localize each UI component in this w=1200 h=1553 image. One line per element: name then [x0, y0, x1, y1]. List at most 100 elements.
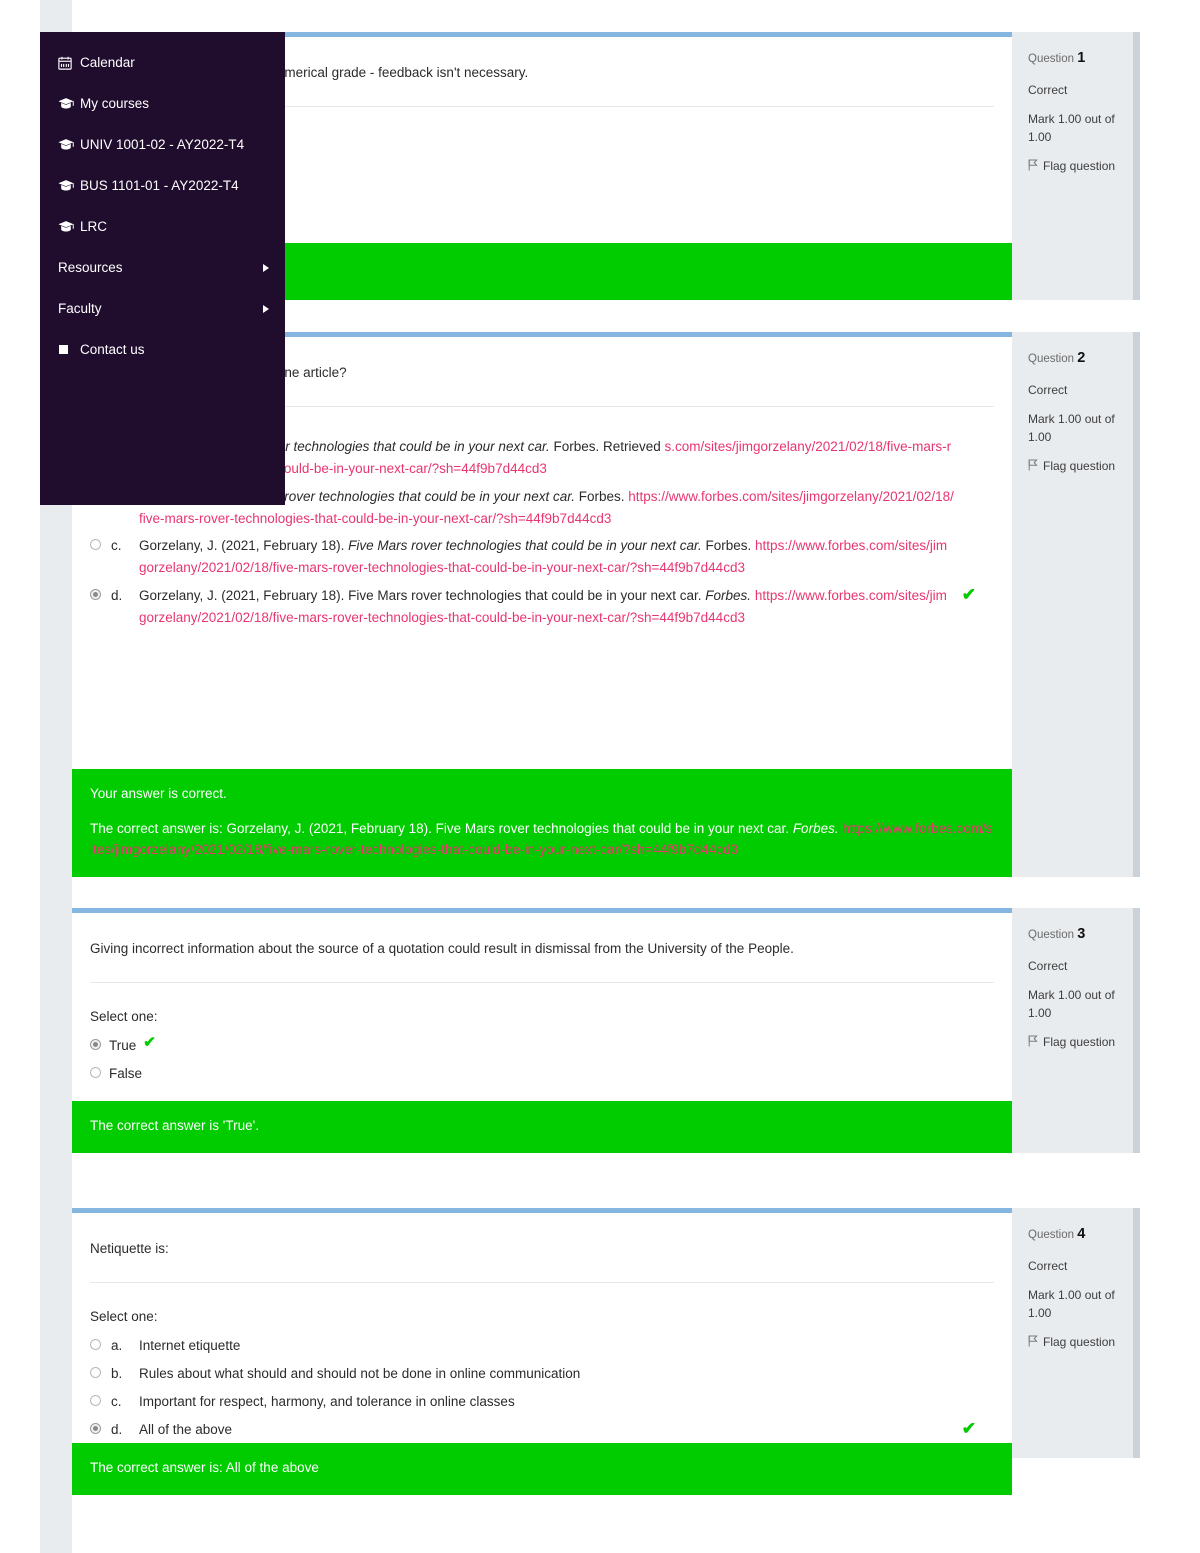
answer-text: Rules about what should and should not b…: [139, 1365, 581, 1381]
answer-letter: a.: [111, 1337, 123, 1353]
question-number-value: 1: [1077, 50, 1086, 66]
sidebar-item-univ-1001-02-ay2022-t4[interactable]: UNIV 1001-02 - AY2022-T4: [40, 124, 285, 165]
question-number-value: 4: [1077, 1226, 1086, 1242]
feedback-line: The correct answer is 'True'.: [90, 1118, 259, 1134]
answer-option[interactable]: a. Internet etiquette: [90, 1332, 994, 1360]
card-spacer: [72, 1087, 1012, 1101]
chevron-right-icon[interactable]: [263, 263, 269, 272]
sidebar-item-resources[interactable]: Resources: [40, 247, 285, 288]
radio-button[interactable]: [90, 1338, 101, 1350]
question-mark: Mark 1.00 out of 1.00: [1028, 411, 1115, 444]
question-mark: Mark 1.00 out of 1.00: [1028, 987, 1115, 1020]
question-block: Netiquette is: Select one: a. Internet etiq…: [72, 1208, 1140, 1495]
correct-check-icon: ✔: [961, 1418, 976, 1438]
answer-option[interactable]: c. Important for respect, harmony, and to…: [90, 1388, 994, 1416]
answer-option[interactable]: c. Gorzelany, J. (2021, February 18). Fiv…: [90, 532, 994, 582]
question-number: Question 2: [1028, 348, 1121, 370]
question-status: Correct: [1028, 382, 1068, 397]
flag-question-button[interactable]: Flag question: [1028, 157, 1121, 176]
question-number: Question 1: [1028, 48, 1121, 70]
chevron-right-icon[interactable]: [263, 304, 269, 313]
flag-icon: [1028, 458, 1038, 476]
graduation-cap-icon: [58, 138, 80, 151]
question-body: Giving incorrect information about the s…: [72, 913, 1012, 1087]
sidebar-item-label: UNIV 1001-02 - AY2022-T4: [80, 137, 245, 152]
question-number-value: 3: [1077, 926, 1086, 942]
feedback-box: Your answer is correct. The correct answe…: [72, 769, 1012, 877]
feedback-line: The correct answer is: All of the above: [90, 1460, 319, 1476]
sidebar-item-label: My courses: [80, 96, 150, 111]
radio-button[interactable]: [90, 1038, 101, 1050]
correct-check-icon: ✔: [143, 1033, 156, 1051]
flag-question-button[interactable]: Flag question: [1028, 457, 1121, 476]
flag-question-label: Flag question: [1043, 458, 1116, 473]
correct-check-icon: ✔: [961, 585, 976, 605]
answer-option[interactable]: b. Rules about what should and should not…: [90, 1360, 994, 1388]
sidebar-item-bus-1101-01-ay2022-t4[interactable]: BUS 1101-01 - AY2022-T4: [40, 165, 285, 206]
question-info-panel: Question 3 Correct Mark 1.00 out of 1.00 Fl…: [1012, 908, 1140, 1153]
calendar-icon: [58, 56, 80, 70]
question-number-value: 2: [1077, 350, 1086, 366]
answer-letter: c.: [111, 538, 122, 554]
radio-button[interactable]: [90, 1394, 101, 1406]
radio-button[interactable]: [90, 1366, 101, 1378]
answer-letter: d.: [111, 1421, 123, 1437]
question-word: Question: [1028, 353, 1075, 365]
answer-option[interactable]: False: [90, 1060, 994, 1088]
answer-text: Gorzelany, J. (2021, February 18). Five …: [139, 538, 948, 576]
card-spacer: [72, 632, 1012, 769]
feedback-line: The correct answer is: Gorzelany, J. (20…: [90, 820, 993, 858]
answer-option[interactable]: d. Gorzelany, J. (2021, February 18). Fiv…: [90, 582, 994, 632]
sidebar-item-lrc[interactable]: LRC: [40, 206, 285, 247]
question-card: Netiquette is: Select one: a. Internet etiq…: [72, 1208, 1012, 1495]
select-one-label: Select one:: [90, 1308, 158, 1324]
sidebar-item-label: Faculty: [58, 301, 102, 316]
answer-option[interactable]: d. All of the above ✔: [90, 1416, 994, 1444]
question-text: Netiquette is:: [90, 1239, 994, 1283]
sidebar-item-label: Calendar: [80, 55, 135, 70]
question-word: Question: [1028, 53, 1075, 65]
radio-button[interactable]: [90, 589, 101, 601]
question-word: Question: [1028, 929, 1075, 941]
navigation-sidebar[interactable]: Calendar My courses UNIV 1001-02 - AY2022-…: [40, 32, 285, 505]
answer-text: Important for respect, harmony, and tole…: [139, 1393, 515, 1409]
sidebar-item-contact-us[interactable]: Contact us: [40, 329, 285, 370]
sidebar-item-label: Resources: [58, 260, 123, 275]
answer-text: Internet etiquette: [139, 1337, 241, 1353]
answer-letter: c.: [111, 1393, 122, 1409]
sidebar-item-label: Contact us: [80, 342, 145, 357]
feedback-box: The correct answer is 'True'.: [72, 1101, 1012, 1153]
square-icon: [58, 345, 80, 354]
sidebar-item-label: BUS 1101-01 - AY2022-T4: [80, 178, 239, 193]
graduation-cap-icon: [58, 220, 80, 233]
answer-text: False: [109, 1065, 143, 1081]
radio-button[interactable]: [90, 1066, 101, 1078]
radio-button[interactable]: [90, 539, 101, 551]
answer-option[interactable]: True ✔: [90, 1032, 994, 1060]
feedback-box: The correct answer is: All of the above: [72, 1443, 1012, 1495]
flag-question-button[interactable]: Flag question: [1028, 1333, 1121, 1352]
feedback-line: Your answer is correct.: [90, 786, 227, 802]
question-info-panel: Question 2 Correct Mark 1.00 out of 1.00 Fl…: [1012, 332, 1140, 877]
answer-letter: b.: [111, 1365, 123, 1381]
graduation-cap-icon: [58, 97, 80, 110]
question-info-panel: Question 1 Correct Mark 1.00 out of 1.00 Fl…: [1012, 32, 1140, 300]
answer-text: True: [109, 1037, 137, 1053]
question-word: Question: [1028, 1229, 1075, 1241]
sidebar-item-calendar[interactable]: Calendar: [40, 42, 285, 83]
question-info-panel: Question 4 Correct Mark 1.00 out of 1.00 Fl…: [1012, 1208, 1140, 1458]
question-body: Netiquette is: Select one: a. Internet etiq…: [72, 1213, 1012, 1443]
question-status: Correct: [1028, 958, 1068, 973]
sidebar-item-my-courses[interactable]: My courses: [40, 83, 285, 124]
answer-letter: d.: [111, 588, 123, 604]
flag-icon: [1028, 158, 1038, 176]
question-text: Giving incorrect information about the s…: [90, 939, 994, 983]
sidebar-item-label: LRC: [80, 219, 108, 234]
question-mark: Mark 1.00 out of 1.00: [1028, 111, 1115, 144]
question-status: Correct: [1028, 1258, 1068, 1273]
radio-button[interactable]: [90, 1422, 101, 1434]
sidebar-item-faculty[interactable]: Faculty: [40, 288, 285, 329]
flag-icon: [1028, 1334, 1038, 1352]
flag-question-button[interactable]: Flag question: [1028, 1033, 1121, 1052]
flag-question-label: Flag question: [1043, 158, 1116, 173]
